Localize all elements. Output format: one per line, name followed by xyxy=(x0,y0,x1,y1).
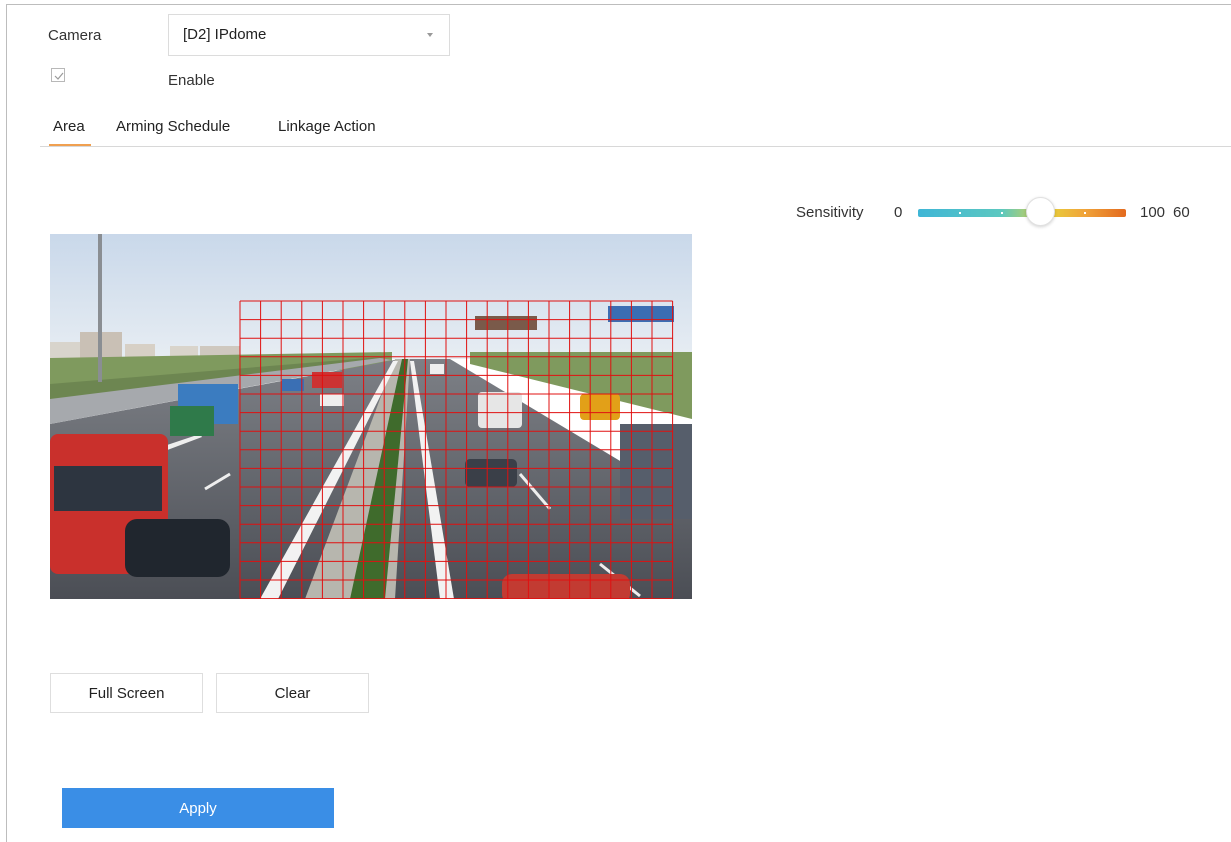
sensitivity-max: 100 xyxy=(1140,204,1166,221)
tab-arming-schedule[interactable]: Arming Schedule xyxy=(116,118,230,135)
camera-video-preview[interactable] xyxy=(50,234,692,599)
tab-linkage-action[interactable]: Linkage Action xyxy=(278,118,376,135)
sensitivity-label: Sensitivity xyxy=(796,204,864,221)
chevron-down-icon xyxy=(427,33,433,37)
tab-bar: Area Arming Schedule Linkage Action xyxy=(40,114,1231,147)
camera-label: Camera xyxy=(48,27,102,44)
enable-checkbox[interactable] xyxy=(51,68,65,82)
sensitivity-slider-handle[interactable] xyxy=(1026,197,1055,226)
enable-label: Enable xyxy=(168,72,215,89)
sensitivity-min: 0 xyxy=(894,204,903,221)
video-frame xyxy=(50,234,692,599)
sensitivity-value: 60 xyxy=(1173,204,1190,221)
camera-select[interactable]: [D2] IPdome xyxy=(168,14,450,56)
apply-button[interactable]: Apply xyxy=(62,788,334,828)
checkmark-icon xyxy=(54,72,64,80)
camera-select-value: [D2] IPdome xyxy=(183,26,267,43)
tab-area[interactable]: Area xyxy=(49,118,91,146)
clear-button[interactable]: Clear xyxy=(216,673,369,713)
full-screen-button[interactable]: Full Screen xyxy=(50,673,203,713)
sensitivity-slider[interactable] xyxy=(918,209,1126,217)
